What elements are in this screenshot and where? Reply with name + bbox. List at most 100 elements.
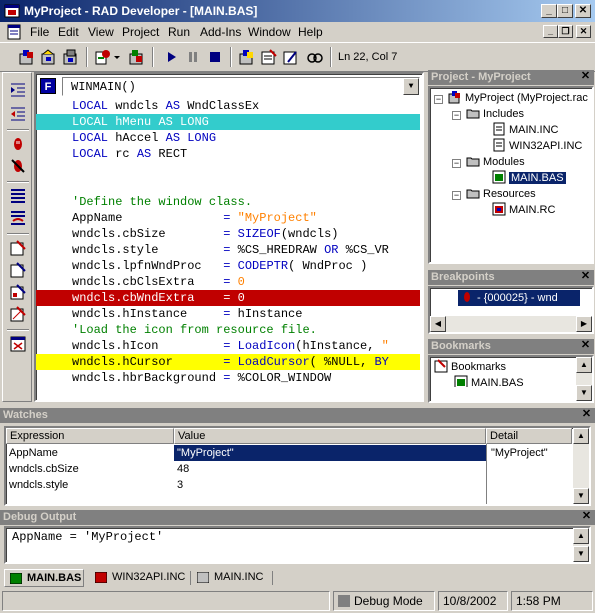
bookmark-prev-icon[interactable] [9, 283, 27, 301]
chevron-down-icon[interactable] [112, 48, 122, 66]
code-line[interactable] [36, 162, 420, 178]
mdi-minimize-button[interactable]: _ [543, 25, 558, 38]
close-icon[interactable]: ✕ [579, 340, 592, 352]
tree-file[interactable]: MAIN.BAS [454, 375, 524, 387]
tree-root[interactable]: Bookmarks [434, 359, 506, 375]
column-header[interactable]: Value [174, 428, 486, 444]
watch-value[interactable]: 3 [174, 477, 486, 493]
menu-file[interactable]: File [30, 25, 49, 39]
scroll-down-icon[interactable]: ▼ [573, 546, 589, 562]
code-line[interactable]: wndcls.hIcon = LoadIcon(hInstance, " [36, 338, 420, 354]
breakpoints-list[interactable]: - {000025} - wnd ◀ ▶ [428, 286, 594, 334]
watch-expression[interactable]: wndcls.style [6, 477, 174, 493]
code-line[interactable]: AppName = "MyProject" [36, 210, 420, 226]
toggle-breakpoint-icon[interactable] [9, 135, 27, 153]
run-icon[interactable] [162, 48, 180, 66]
close-icon[interactable]: ✕ [579, 71, 592, 83]
new-project-icon[interactable] [18, 48, 36, 66]
tab-main-inc[interactable]: MAIN.INC [192, 569, 272, 587]
close-icon[interactable]: ✕ [580, 511, 593, 523]
scroll-down-icon[interactable]: ▼ [573, 488, 589, 504]
close-icon[interactable]: ✕ [579, 271, 592, 283]
code-line[interactable]: LOCAL wndcls AS WndClassEx [36, 98, 420, 114]
tree-file[interactable]: WIN32API.INC [492, 138, 582, 154]
chevron-down-icon[interactable]: ▼ [403, 78, 419, 95]
project-explorer-icon[interactable] [238, 48, 256, 66]
code-line-execution[interactable]: wndcls.hCursor = LoadCursor( %NULL, BY [36, 354, 420, 370]
find-icon[interactable] [306, 48, 324, 66]
tree-file-selected[interactable]: MAIN.BAS [492, 170, 566, 186]
code-line[interactable]: LOCAL rc AS RECT [36, 146, 420, 162]
tree-folder-modules[interactable]: Modules [466, 154, 525, 170]
code-line[interactable]: wndcls.hInstance = hInstance [36, 306, 420, 322]
vertical-scrollbar[interactable]: ▲ ▼ [573, 528, 589, 562]
menu-view[interactable]: View [88, 25, 114, 39]
window-icon[interactable] [9, 335, 27, 353]
clear-breakpoints-icon[interactable] [9, 157, 27, 175]
minimize-button[interactable]: _ [541, 4, 557, 18]
code-line[interactable]: LOCAL hAccel AS LONG [36, 130, 420, 146]
title-bar[interactable]: MyProject - RAD Developer - [MAIN.BAS] _… [0, 0, 595, 22]
bookmark-clear-icon[interactable] [9, 305, 27, 323]
bookmark-next-icon[interactable] [9, 261, 27, 279]
menu-add-ins[interactable]: Add-Ins [200, 25, 241, 39]
code-line-breakpoint[interactable]: wndcls.cbWndExtra = 0 [36, 290, 420, 306]
watches-grid[interactable]: Expression Value Detail AppName "MyProje… [4, 426, 591, 506]
code-line[interactable]: 'Load the icon from resource file. [36, 322, 420, 338]
column-header[interactable]: Expression [6, 428, 174, 444]
panel-title[interactable]: Bookmarks ✕ [428, 339, 594, 354]
maximize-button[interactable]: □ [557, 4, 573, 18]
code-line[interactable]: wndcls.cbClsExtra = 0 [36, 274, 420, 290]
expand-toggle-icon[interactable]: − [452, 111, 461, 120]
watch-expression[interactable]: AppName [6, 445, 174, 461]
scroll-right-icon[interactable]: ▶ [576, 316, 592, 332]
tree-file[interactable]: MAIN.INC [492, 122, 559, 138]
watch-expression[interactable]: wndcls.cbSize [6, 461, 174, 477]
tab-main-bas[interactable]: MAIN.BAS [4, 569, 84, 587]
compile-icon[interactable] [94, 48, 112, 66]
open-project-icon[interactable] [40, 48, 58, 66]
edit-icon[interactable] [282, 48, 300, 66]
code-editor[interactable]: F WINMAIN() ▼ LOCAL wndcls AS WndClassEx… [34, 72, 424, 402]
block-comment-icon[interactable] [9, 187, 27, 205]
mdi-restore-button[interactable]: ❐ [558, 25, 573, 38]
menu-run[interactable]: Run [168, 25, 190, 39]
scroll-up-icon[interactable]: ▲ [576, 357, 592, 373]
tree-folder-includes[interactable]: Includes [466, 106, 524, 122]
properties-icon[interactable] [260, 48, 278, 66]
bookmark-toggle-icon[interactable] [9, 239, 27, 257]
tree-file[interactable]: MAIN.RC [492, 202, 555, 218]
procedure-dropdown[interactable]: WINMAIN() ▼ [62, 77, 420, 96]
menu-edit[interactable]: Edit [58, 25, 79, 39]
code-line[interactable]: wndcls.style = %CS_HREDRAW OR %CS_VR [36, 242, 420, 258]
code-line[interactable]: wndcls.cbSize = SIZEOF(wndcls) [36, 226, 420, 242]
pause-icon[interactable] [184, 48, 202, 66]
close-icon[interactable]: ✕ [580, 409, 593, 421]
tree-folder-resources[interactable]: Resources [466, 186, 536, 202]
mdi-close-button[interactable]: ✕ [576, 25, 591, 38]
outdent-icon[interactable] [9, 105, 27, 123]
bookmarks-tree[interactable]: Bookmarks MAIN.BAS ▲ ▼ [428, 355, 594, 403]
close-button[interactable]: ✕ [575, 4, 591, 18]
vertical-scrollbar[interactable]: ▲ ▼ [573, 428, 589, 504]
scroll-up-icon[interactable]: ▲ [573, 428, 589, 444]
scroll-down-icon[interactable]: ▼ [576, 385, 592, 401]
uncomment-icon[interactable] [9, 209, 27, 227]
menu-help[interactable]: Help [298, 25, 323, 39]
code-line[interactable]: wndcls.hbrBackground = %COLOR_WINDOW [36, 370, 420, 386]
indent-icon[interactable] [9, 81, 27, 99]
save-project-icon[interactable] [62, 48, 80, 66]
horizontal-scrollbar[interactable]: ◀ ▶ [430, 316, 592, 332]
scroll-left-icon[interactable]: ◀ [430, 316, 446, 332]
document-icon[interactable] [6, 24, 22, 40]
expand-toggle-icon[interactable]: − [434, 95, 443, 104]
menu-project[interactable]: Project [122, 25, 159, 39]
panel-title[interactable]: Watches ✕ [0, 408, 595, 423]
breakpoint-item[interactable]: - {000025} - wnd [458, 290, 580, 306]
code-line[interactable] [36, 178, 420, 194]
watch-value[interactable]: 48 [174, 461, 486, 477]
tab-win32api-inc[interactable]: WIN32API.INC [90, 569, 190, 587]
project-tree[interactable]: − MyProject (MyProject.rac − Includes MA… [428, 86, 594, 264]
column-header[interactable]: Detail [486, 428, 572, 444]
expand-toggle-icon[interactable]: − [452, 191, 461, 200]
